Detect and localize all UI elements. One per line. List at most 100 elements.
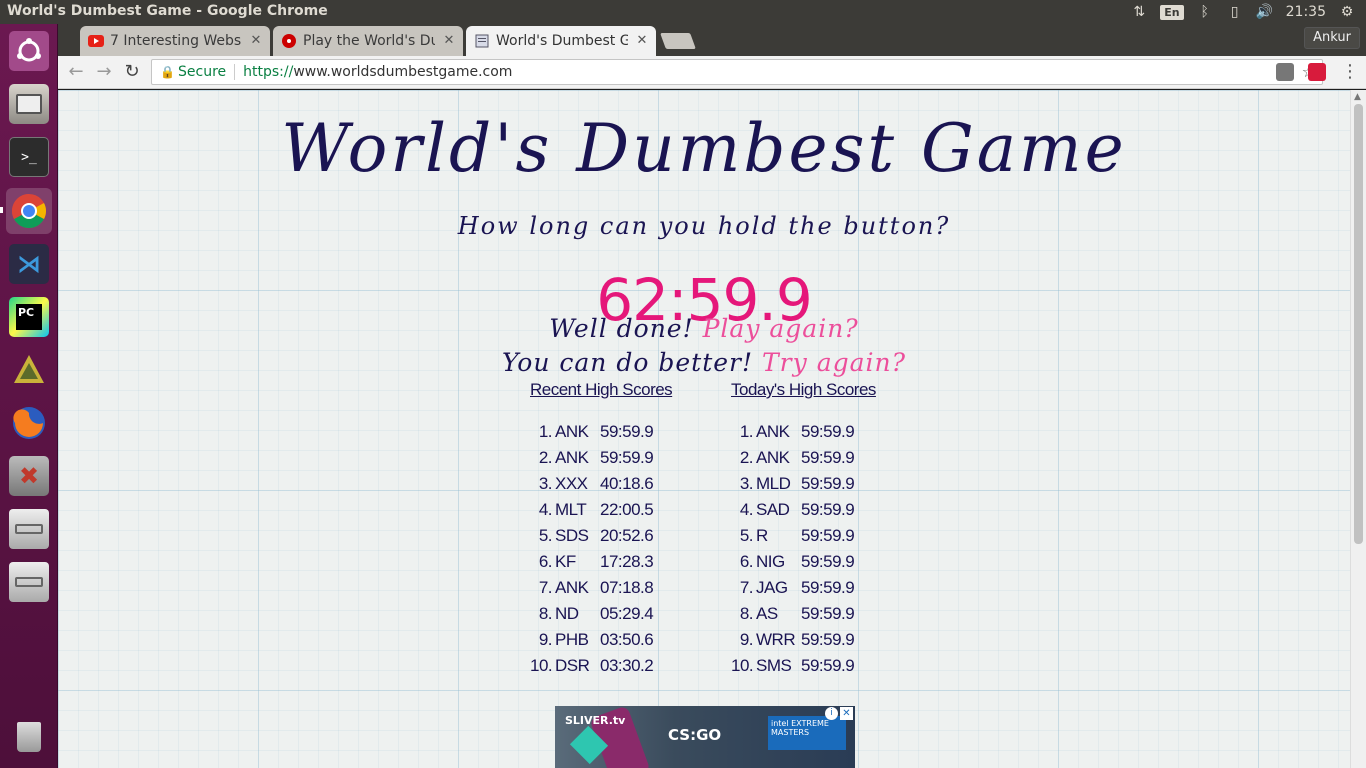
- vertical-scrollbar[interactable]: ▲: [1350, 90, 1366, 768]
- keyboard-layout-indicator[interactable]: En: [1160, 4, 1184, 20]
- unity-launcher: >_ ⋊ PC ✖: [0, 24, 58, 768]
- ad-info-icon[interactable]: i: [825, 707, 838, 720]
- score-rank: 2.: [538, 448, 553, 467]
- result-message: You can do better!: [501, 348, 754, 377]
- tab-worlds-dumbest-game[interactable]: World's Dumbest G ✕: [466, 26, 656, 56]
- score-time: 17:28.3: [600, 552, 654, 571]
- score-time: 07:18.8: [600, 578, 654, 597]
- back-arrow-icon[interactable]: ←: [64, 61, 88, 83]
- score-row: 4. SAD 59:59.9: [731, 500, 901, 526]
- score-rank: 3.: [739, 474, 754, 493]
- chrome-button[interactable]: [6, 188, 52, 234]
- score-name: R: [756, 526, 768, 545]
- recent-scores-list: 1. ANK 59:59.9 2. ANK 59:59.9 3. XXX 40:18.6 4. ML…: [530, 422, 700, 682]
- score-rank: 4.: [538, 500, 553, 519]
- score-row: 2. ANK 59:59.9: [530, 448, 700, 474]
- url-host: www.worldsdumbestgame.com: [293, 64, 513, 80]
- ad-brand-csgo: CS:GO: [668, 726, 722, 744]
- result-message: Well done!: [549, 314, 694, 343]
- result-line-1: Well done! Play again?: [58, 314, 1350, 343]
- battery-icon[interactable]: ▯: [1226, 4, 1244, 20]
- score-time: 59:59.9: [801, 656, 855, 675]
- score-name: ANK: [555, 448, 589, 467]
- ad-brand-intel: intel EXTREME MASTERS: [768, 716, 846, 750]
- extension-red-icon[interactable]: [1308, 63, 1326, 81]
- score-rank: 1.: [538, 422, 553, 441]
- score-time: 20:52.6: [600, 526, 654, 545]
- score-rank: 5.: [739, 526, 754, 545]
- terminal-button[interactable]: >_: [6, 134, 52, 180]
- score-rank: 9.: [739, 630, 754, 649]
- files-button[interactable]: [6, 81, 52, 127]
- trash-button[interactable]: [6, 714, 52, 760]
- score-name: MLD: [756, 474, 791, 493]
- address-bar[interactable]: 🔒 Secure https:// www.worldsdumbestgame.…: [151, 59, 1323, 85]
- new-tab-button[interactable]: [660, 33, 696, 49]
- close-tab-icon[interactable]: ✕: [441, 33, 457, 49]
- score-row: 10. DSR 03:30.2: [530, 656, 700, 682]
- bluetooth-icon[interactable]: ᛒ: [1196, 4, 1214, 20]
- firefox-button[interactable]: [6, 400, 52, 446]
- profile-button[interactable]: Ankur: [1304, 27, 1360, 49]
- tab-play-game[interactable]: Play the World's Du ✕: [273, 26, 463, 56]
- terminal-icon: >_: [9, 137, 49, 177]
- ubuntu-dash-icon: [9, 31, 49, 71]
- app-button[interactable]: [6, 347, 52, 393]
- score-time: 05:29.4: [600, 604, 654, 623]
- scroll-up-arrow-icon[interactable]: ▲: [1354, 92, 1361, 102]
- tab-youtube[interactable]: 7 Interesting Websi ✕: [80, 26, 270, 56]
- ad-close-icon[interactable]: ✕: [840, 707, 853, 720]
- files-icon: [9, 84, 49, 124]
- score-name: AS: [756, 604, 778, 623]
- tab-label: 7 Interesting Websi: [110, 33, 242, 49]
- close-tab-icon[interactable]: ✕: [634, 33, 650, 49]
- clock[interactable]: 21:35: [1286, 4, 1326, 20]
- score-rank: 1.: [739, 422, 754, 441]
- score-time: 59:59.9: [801, 474, 855, 493]
- score-time: 59:59.9: [801, 578, 855, 597]
- firefox-icon: [9, 403, 49, 443]
- advertisement-banner[interactable]: SLIVER.tv CS:GO intel EXTREME MASTERS i …: [555, 706, 855, 768]
- forward-arrow-icon[interactable]: →: [92, 61, 116, 83]
- score-row: 6. NIG 59:59.9: [731, 552, 901, 578]
- score-time: 22:00.5: [600, 500, 654, 519]
- ubuntu-dash-button[interactable]: [6, 28, 52, 74]
- volume-icon[interactable]: 🔊: [1256, 4, 1274, 20]
- vscode-icon: ⋊: [9, 244, 49, 284]
- power-gear-icon[interactable]: ⚙: [1338, 4, 1356, 20]
- score-name: WRR: [756, 630, 796, 649]
- close-tab-icon[interactable]: ✕: [248, 33, 264, 49]
- settings-button[interactable]: ✖: [6, 453, 52, 499]
- score-rank: 3.: [538, 474, 553, 493]
- url-scheme: https://: [243, 64, 294, 80]
- score-name: ND: [555, 604, 579, 623]
- scrollbar-thumb[interactable]: [1354, 104, 1363, 544]
- tab-strip: 7 Interesting Websi ✕ Play the World's D…: [58, 24, 1366, 56]
- score-name: PHB: [555, 630, 589, 649]
- ad-brand-sliver: SLIVER.tv: [565, 714, 626, 727]
- extension-icon[interactable]: [1276, 63, 1294, 81]
- score-name: KF: [555, 552, 576, 571]
- reload-icon[interactable]: ↻: [120, 61, 144, 83]
- score-rank: 7.: [538, 578, 553, 597]
- score-name: ANK: [756, 448, 790, 467]
- drive-button-2[interactable]: [6, 559, 52, 605]
- today-high-scores: Today's High Scores 1. ANK 59:59.9 2. ANK 59:…: [731, 380, 901, 682]
- menu-kebab-icon[interactable]: ⋮: [1338, 61, 1362, 83]
- score-time: 59:59.9: [801, 448, 855, 467]
- try-again-link[interactable]: Try again?: [762, 348, 906, 377]
- omnibox-divider: [234, 64, 236, 80]
- score-time: 03:30.2: [600, 656, 654, 675]
- drive-button-1[interactable]: [6, 506, 52, 552]
- score-name: ANK: [555, 578, 589, 597]
- score-name: ANK: [555, 422, 589, 441]
- network-icon[interactable]: ⇅: [1130, 4, 1148, 20]
- play-again-link[interactable]: Play again?: [703, 314, 859, 343]
- vscode-button[interactable]: ⋊: [6, 241, 52, 287]
- pycharm-button[interactable]: PC: [6, 294, 52, 340]
- drive-icon: [9, 562, 49, 602]
- score-rank: 8.: [739, 604, 754, 623]
- page-subtitle: How long can you hold the button?: [457, 212, 951, 240]
- youtube-icon: [88, 33, 104, 49]
- score-name: SDS: [555, 526, 589, 545]
